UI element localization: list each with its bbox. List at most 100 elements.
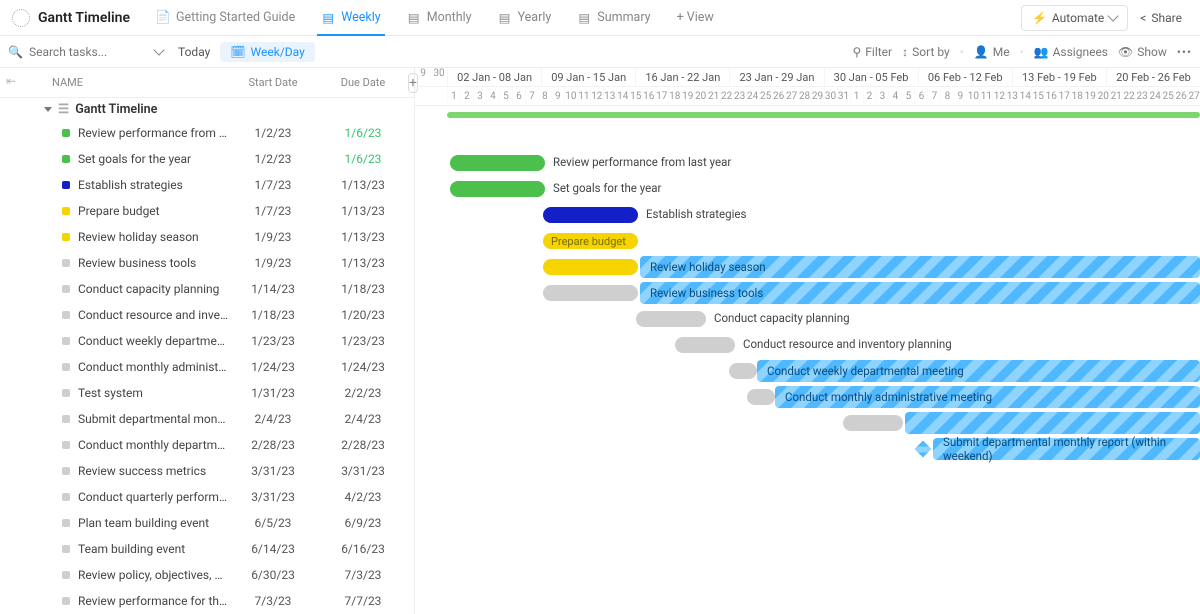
table-row[interactable]: Conduct monthly departmental m...2/28/23… — [0, 432, 414, 458]
chevron-down-icon[interactable] — [153, 44, 164, 55]
gantt-bar[interactable] — [450, 181, 545, 197]
sortby-label: Sort by — [912, 45, 950, 59]
table-row[interactable]: Review policy, objectives, and busi...6/… — [0, 562, 414, 588]
gantt-row — [415, 566, 1200, 592]
gantt-stripe[interactable]: Submit departmental monthly report (with… — [933, 438, 1200, 460]
timeline-day: 30 — [824, 87, 837, 105]
collapse-sidebar-icon[interactable]: ⇤ — [6, 74, 16, 88]
me-label: Me — [993, 45, 1010, 59]
table-row[interactable]: Team building event6/14/236/16/23 — [0, 536, 414, 562]
share-button[interactable]: < Share — [1130, 5, 1192, 31]
gantt-row — [415, 488, 1200, 514]
task-name: Review policy, objectives, and busi... — [78, 568, 228, 582]
tab-weekly[interactable]: ▤ Weekly — [309, 0, 392, 36]
table-row[interactable]: Plan team building event6/5/236/9/23 — [0, 510, 414, 536]
table-row[interactable]: Review success metrics3/31/233/31/23 — [0, 458, 414, 484]
tab-yearly[interactable]: ▤ Yearly — [486, 0, 564, 36]
gantt-bar[interactable] — [747, 389, 775, 405]
automate-button[interactable]: ⚡ Automate — [1021, 5, 1128, 31]
task-name: Conduct monthly administrative m... — [78, 360, 228, 374]
table-row[interactable]: Conduct resource and inventory pl...1/18… — [0, 302, 414, 328]
gantt-bar[interactable] — [543, 259, 638, 275]
search-input[interactable] — [29, 45, 149, 59]
assignees-button[interactable]: 👥Assignees — [1034, 45, 1108, 59]
gantt-stripe[interactable] — [905, 412, 1200, 434]
gantt-bar[interactable] — [450, 155, 545, 171]
col-start[interactable]: Start Date — [228, 76, 318, 89]
task-due: 7/7/23 — [318, 594, 408, 608]
today-button[interactable]: Today — [178, 45, 210, 59]
filter-button[interactable]: ⚲Filter — [852, 45, 892, 59]
timeline-day: 10 — [564, 87, 577, 105]
status-bullet — [62, 519, 70, 527]
timeline-day: 29 — [811, 87, 824, 105]
col-name[interactable]: NAME — [0, 76, 228, 89]
timeline-day: 26 — [1174, 87, 1187, 105]
sort-icon: ↕ — [902, 45, 908, 59]
col-due[interactable]: Due Date — [318, 76, 408, 89]
table-row[interactable]: Conduct capacity planning1/14/231/18/23 — [0, 276, 414, 302]
tab-summary[interactable]: ▤ Summary — [565, 0, 662, 36]
gantt-bar[interactable] — [729, 363, 757, 379]
table-row[interactable]: Conduct monthly administrative m...1/24/… — [0, 354, 414, 380]
table-row[interactable]: Review holiday season1/9/231/13/23 — [0, 224, 414, 250]
timeline-week: 20 Feb - 26 Feb — [1106, 68, 1200, 86]
gantt-bar[interactable] — [636, 311, 706, 327]
gantt-bar[interactable]: Prepare budget — [543, 233, 638, 249]
status-bullet — [62, 415, 70, 423]
task-name: Plan team building event — [78, 516, 228, 530]
gantt-panel[interactable]: 930 02 Jan - 08 Jan09 Jan - 15 Jan16 Jan… — [415, 68, 1200, 614]
task-due: 1/13/23 — [318, 204, 408, 218]
sortby-button[interactable]: ↕ Sort by — [902, 45, 950, 59]
timeline-day: 22 — [1122, 87, 1135, 105]
timeline-day: 11 — [979, 87, 992, 105]
gantt-stripe[interactable]: Conduct weekly departmental meeting — [757, 360, 1200, 382]
timeline-week: 09 Jan - 15 Jan — [541, 68, 635, 86]
gantt-row: Prepare budget — [415, 228, 1200, 254]
main: NAME Start Date Due Date + ☰ Gantt Timel… — [0, 68, 1200, 614]
status-bullet — [62, 337, 70, 345]
table-row[interactable]: Prepare budget1/7/231/13/23 — [0, 198, 414, 224]
table-row[interactable]: Review performance from last year1/2/231… — [0, 120, 414, 146]
gantt-stripe[interactable]: Review holiday season — [640, 256, 1200, 278]
timeline-day: 23 — [733, 87, 746, 105]
timeline-day: 27 — [785, 87, 798, 105]
gantt-stripe[interactable]: Review business tools — [640, 282, 1200, 304]
table-row[interactable]: Establish strategies1/7/231/13/23 — [0, 172, 414, 198]
gantt-bar[interactable] — [543, 207, 638, 223]
tab-monthly[interactable]: ▤ Monthly — [395, 0, 484, 36]
range-label: Week/Day — [251, 45, 305, 59]
gantt-icon: ▤ — [498, 11, 512, 25]
add-view-button[interactable]: + View — [665, 0, 726, 36]
table-header: NAME Start Date Due Date + — [0, 68, 414, 98]
timeline-day: 3 — [875, 87, 888, 105]
gantt-bar-label: Establish strategies — [646, 207, 746, 221]
group-header[interactable]: ☰ Gantt Timeline — [0, 98, 414, 120]
milestone-diamond[interactable] — [915, 441, 932, 458]
table-row[interactable]: Review business tools1/9/231/13/23 — [0, 250, 414, 276]
task-name: Conduct monthly departmental m... — [78, 438, 228, 452]
gantt-bar[interactable] — [675, 337, 735, 353]
table-row[interactable]: Conduct weekly departmental me...1/23/23… — [0, 328, 414, 354]
table-row[interactable]: Conduct quarterly performance m...3/31/2… — [0, 484, 414, 510]
task-start: 1/7/23 — [228, 204, 318, 218]
show-button[interactable]: 👁Show — [1118, 45, 1167, 59]
me-button[interactable]: 👤Me — [974, 45, 1010, 59]
range-toggle[interactable]: 🗓 Week/Day — [220, 42, 314, 62]
table-row[interactable]: Review performance for the last 6 ...7/3… — [0, 588, 414, 614]
gantt-stripe[interactable]: Conduct monthly administrative meeting — [775, 386, 1200, 408]
eye-icon: 👁 — [1118, 45, 1133, 59]
status-bullet — [62, 285, 70, 293]
table-row[interactable]: Submit departmental monthly re...2/4/232… — [0, 406, 414, 432]
gantt-bar[interactable] — [543, 285, 638, 301]
tab-getting-started[interactable]: 📄 Getting Started Guide — [144, 0, 307, 36]
timeline-day: 16 — [642, 87, 655, 105]
timeline-day: 9 — [953, 87, 966, 105]
more-button[interactable]: ••• — [1177, 45, 1192, 59]
table-row[interactable]: Test system1/31/232/2/23 — [0, 380, 414, 406]
table-row[interactable]: Set goals for the year1/2/231/6/23 — [0, 146, 414, 172]
gantt-bar[interactable] — [843, 415, 903, 431]
task-start: 6/14/23 — [228, 542, 318, 556]
timeline-day: 18 — [668, 87, 681, 105]
gantt-icon: ▤ — [407, 11, 421, 25]
